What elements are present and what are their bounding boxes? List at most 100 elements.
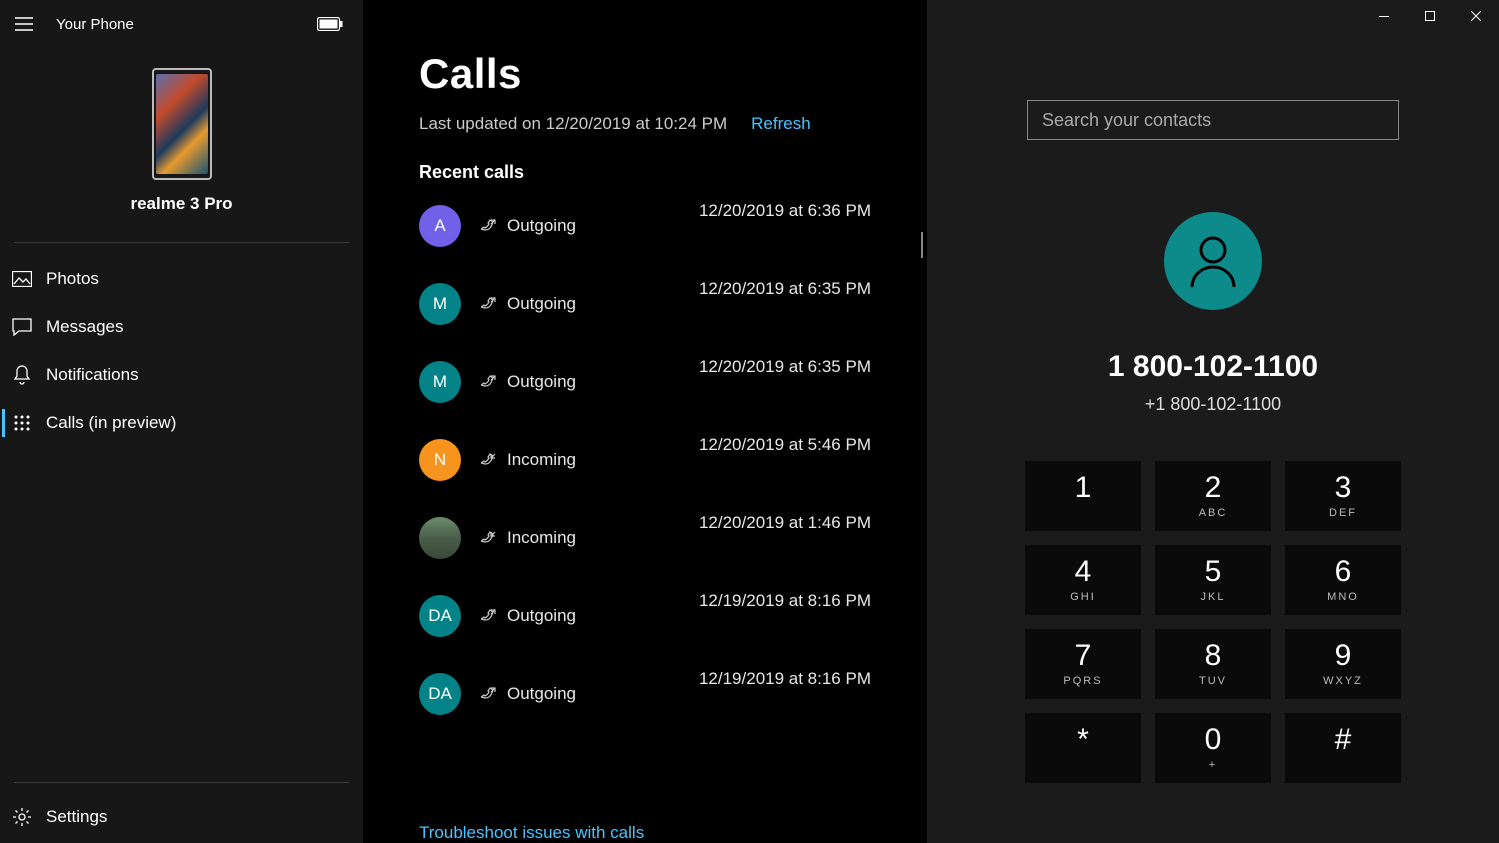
call-list-item[interactable]: NIncoming12/20/2019 at 5:46 PM xyxy=(363,421,927,499)
call-time: 12/19/2019 at 8:16 PM xyxy=(699,591,871,611)
last-updated-text: Last updated on 12/20/2019 at 10:24 PM xyxy=(419,114,727,134)
call-list-item[interactable]: Incoming12/20/2019 at 1:46 PM xyxy=(363,499,927,577)
call-meta: Outgoing xyxy=(481,606,576,626)
contact-number: +1 800-102-1100 xyxy=(1145,394,1281,415)
search-contacts-input[interactable] xyxy=(1027,100,1399,140)
call-meta: Incoming xyxy=(481,528,576,548)
sidebar-bottom: Settings xyxy=(0,774,363,843)
dialpad-icon xyxy=(10,411,34,435)
call-type: Outgoing xyxy=(507,216,576,236)
call-time: 12/20/2019 at 5:46 PM xyxy=(699,435,871,455)
key-letters: WXYZ xyxy=(1323,675,1363,687)
call-type: Outgoing xyxy=(507,372,576,392)
key-digit: # xyxy=(1335,725,1352,755)
key-letters: MNO xyxy=(1327,591,1359,603)
key-digit: 3 xyxy=(1335,473,1352,503)
nav-notifications[interactable]: Notifications xyxy=(0,351,363,399)
call-meta: Outgoing xyxy=(481,294,576,314)
nav-label: Messages xyxy=(46,317,123,337)
key-digit: 4 xyxy=(1075,557,1092,587)
scrollbar-thumb[interactable] xyxy=(921,232,923,258)
window-titlebar xyxy=(927,0,1499,38)
dial-key-6[interactable]: 6 MNO xyxy=(1285,545,1401,615)
nav-label: Photos xyxy=(46,269,99,289)
call-list[interactable]: AOutgoing12/20/2019 at 6:36 PMMOutgoing1… xyxy=(363,187,927,807)
recent-calls-header: Recent calls xyxy=(419,162,927,183)
maximize-button[interactable] xyxy=(1407,0,1453,32)
gear-icon xyxy=(10,805,34,829)
dial-key-3[interactable]: 3DEF xyxy=(1285,461,1401,531)
call-list-item[interactable]: MOutgoing12/20/2019 at 6:35 PM xyxy=(363,265,927,343)
call-avatar: M xyxy=(419,283,461,325)
dial-key-9[interactable]: 9 WXYZ xyxy=(1285,629,1401,699)
call-meta: Outgoing xyxy=(481,216,576,236)
incoming-call-icon xyxy=(481,452,497,468)
nav-calls[interactable]: Calls (in preview) xyxy=(0,399,363,447)
call-avatar xyxy=(419,517,461,559)
sidebar-header: Your Phone xyxy=(0,0,363,48)
minimize-button[interactable] xyxy=(1361,0,1407,32)
key-letters: + xyxy=(1209,759,1217,771)
key-digit: 0 xyxy=(1205,725,1222,755)
key-digit: 9 xyxy=(1335,641,1352,671)
key-digit: 7 xyxy=(1075,641,1092,671)
dial-key-0[interactable]: 0+ xyxy=(1155,713,1271,783)
key-digit: * xyxy=(1077,725,1089,755)
call-list-item[interactable]: DAOutgoing12/19/2019 at 8:16 PM xyxy=(363,577,927,655)
incoming-call-icon xyxy=(481,530,497,546)
call-avatar: A xyxy=(419,205,461,247)
dial-key-2[interactable]: 2 ABC xyxy=(1155,461,1271,531)
dial-keypad: 12ABC3DEF4GHI5JKL6MNO7PQRS8TUV9WXYZ*0+# xyxy=(927,461,1499,783)
nav-label: Calls (in preview) xyxy=(46,413,176,433)
dial-key-4[interactable]: 4GHI xyxy=(1025,545,1141,615)
close-button[interactable] xyxy=(1453,0,1499,32)
scrollbar-track[interactable] xyxy=(1483,40,1497,839)
call-meta: Outgoing xyxy=(481,372,576,392)
key-digit: 5 xyxy=(1205,557,1222,587)
call-avatar: N xyxy=(419,439,461,481)
outgoing-call-icon xyxy=(481,296,497,312)
divider xyxy=(14,782,349,783)
call-type: Outgoing xyxy=(507,684,576,704)
key-digit: 8 xyxy=(1205,641,1222,671)
nav-settings[interactable]: Settings xyxy=(0,791,363,843)
nav: Photos Messages Notifications Calls (in … xyxy=(0,255,363,774)
dial-key-5[interactable]: 5 JKL xyxy=(1155,545,1271,615)
outgoing-call-icon xyxy=(481,608,497,624)
phone-preview: realme 3 Pro xyxy=(0,48,363,230)
key-letters: PQRS xyxy=(1063,675,1102,687)
outgoing-call-icon xyxy=(481,374,497,390)
dial-key-8[interactable]: 8TUV xyxy=(1155,629,1271,699)
call-list-item[interactable]: AOutgoing12/20/2019 at 6:36 PM xyxy=(363,187,927,265)
key-letters: JKL xyxy=(1201,591,1226,603)
nav-label: Notifications xyxy=(46,365,139,385)
troubleshoot-link[interactable]: Troubleshoot issues with calls xyxy=(419,823,927,843)
selected-contact: 1 800-102-1100 +1 800-102-1100 xyxy=(927,212,1499,415)
call-time: 12/19/2019 at 8:16 PM xyxy=(699,669,871,689)
nav-messages[interactable]: Messages xyxy=(0,303,363,351)
key-digit: 2 xyxy=(1205,473,1222,503)
refresh-link[interactable]: Refresh xyxy=(751,114,811,134)
nav-photos[interactable]: Photos xyxy=(0,255,363,303)
page-title: Calls xyxy=(419,50,927,98)
messages-icon xyxy=(10,315,34,339)
dial-key-#[interactable]: # xyxy=(1285,713,1401,783)
nav-label: Settings xyxy=(46,807,107,827)
key-digit: 6 xyxy=(1335,557,1352,587)
key-letters: ABC xyxy=(1199,507,1228,519)
app-title: Your Phone xyxy=(56,16,134,33)
dial-key-*[interactable]: * xyxy=(1025,713,1141,783)
sidebar: Your Phone realme 3 Pro Photos Messages … xyxy=(0,0,363,843)
hamburger-icon[interactable] xyxy=(8,8,40,40)
phone-thumbnail[interactable] xyxy=(152,68,212,180)
dial-key-1[interactable]: 1 xyxy=(1025,461,1141,531)
call-list-item[interactable]: DA Outgoing 12/19/2019 at 8:16 PM xyxy=(363,655,927,733)
bell-icon xyxy=(10,363,34,387)
call-list-item[interactable]: MOutgoing12/20/2019 at 6:35 PM xyxy=(363,343,927,421)
outgoing-call-icon xyxy=(481,218,497,234)
call-type: Incoming xyxy=(507,528,576,548)
dial-key-7[interactable]: 7 PQRS xyxy=(1025,629,1141,699)
call-time: 12/20/2019 at 6:35 PM xyxy=(699,357,871,377)
call-avatar: DA xyxy=(419,673,461,715)
last-updated-row: Last updated on 12/20/2019 at 10:24 PM R… xyxy=(419,114,927,134)
